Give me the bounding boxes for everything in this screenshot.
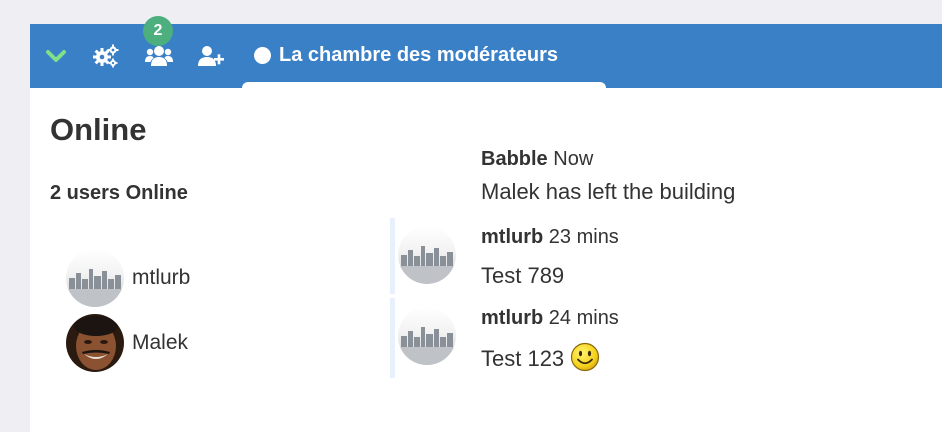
room-title: La chambre des modérateurs xyxy=(254,44,558,67)
message-item: mtlurb 24 mins Test 123 xyxy=(481,307,619,378)
add-user-icon[interactable] xyxy=(194,38,228,74)
skyline-avatar xyxy=(66,249,124,307)
online-count: 2 users Online xyxy=(50,182,188,204)
message-time: Now xyxy=(553,148,594,170)
message-header: mtlurb 23 mins xyxy=(481,226,619,249)
room-name: La chambre des modérateurs xyxy=(279,44,558,66)
online-user-name: Malek xyxy=(132,331,189,354)
message-text: Malek has left the building xyxy=(481,179,736,204)
message-text: Test 123 xyxy=(481,345,565,371)
message-item: mtlurb 23 mins Test 789 xyxy=(481,226,619,289)
message-header: mtlurb 24 mins xyxy=(481,307,619,330)
message-divider xyxy=(390,298,395,378)
message-header: Babble Now xyxy=(481,148,735,171)
message-text: Test 789 xyxy=(481,263,565,288)
online-heading: Online xyxy=(50,112,147,147)
message-text-row: Test 123 xyxy=(481,342,619,378)
online-user-name: mtlurb xyxy=(132,266,191,289)
active-tab-indicator xyxy=(242,82,606,88)
message-avatar xyxy=(398,226,456,284)
smiley-icon xyxy=(570,342,600,378)
message-time: 24 mins xyxy=(548,307,619,329)
message-item: Babble Now Malek has left the building xyxy=(481,148,735,205)
presence-dot-icon xyxy=(254,47,271,64)
message-divider xyxy=(390,218,395,294)
chat-panel: 2 La chambre des modérateurs Online 2 us… xyxy=(30,16,942,432)
online-user[interactable]: mtlurb xyxy=(66,249,190,307)
message-author: Babble xyxy=(481,148,548,170)
message-avatar xyxy=(398,307,456,365)
cogs-icon[interactable] xyxy=(90,38,122,74)
person-avatar xyxy=(66,314,124,372)
notification-badge: 2 xyxy=(143,16,173,46)
online-user[interactable]: Malek xyxy=(66,314,188,372)
message-author: mtlurb xyxy=(481,307,544,329)
room-tab[interactable]: La chambre des modérateurs xyxy=(242,32,606,88)
chevron-down-icon[interactable] xyxy=(42,38,70,74)
message-time: 23 mins xyxy=(548,226,619,248)
toolbar: 2 La chambre des modérateurs xyxy=(30,16,942,88)
message-author: mtlurb xyxy=(481,226,544,248)
